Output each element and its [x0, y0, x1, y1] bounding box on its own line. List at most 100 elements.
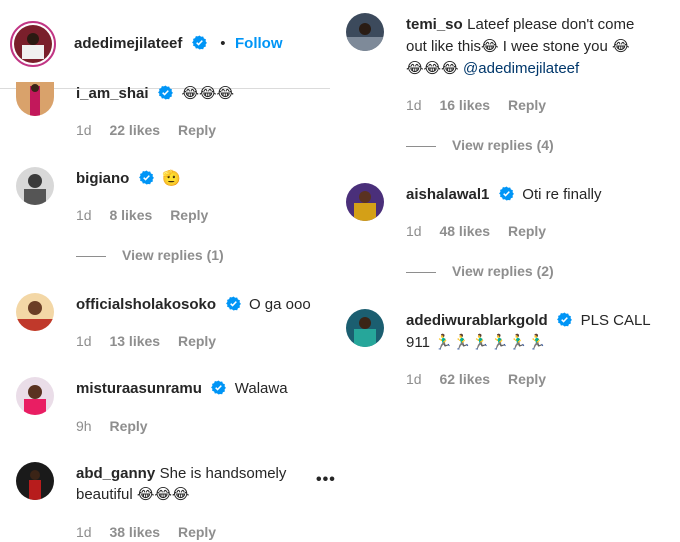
comment-likes[interactable]: 8 likes [109, 207, 152, 223]
view-replies-button[interactable]: View replies (1) [76, 247, 224, 263]
mention-link[interactable]: @adedimejilateef [463, 60, 579, 77]
comment-text-line: 😂😂😂 @adedimejilateef [406, 59, 579, 79]
avatar[interactable] [346, 309, 384, 347]
reply-button[interactable]: Reply [508, 223, 546, 239]
comment-time[interactable]: 1d [406, 223, 422, 239]
avatar-image-icon [16, 167, 54, 205]
comment-text: 😂😂😂 [181, 85, 235, 102]
comment-meta: 1d 22 likes Reply [76, 122, 230, 138]
view-replies-label: View replies (4) [452, 137, 554, 153]
comment-text: PLS CALL [580, 312, 651, 329]
comment-time[interactable]: 1d [76, 207, 92, 223]
comment-likes[interactable]: 13 likes [109, 333, 160, 349]
separator-dot: • [220, 35, 226, 52]
comment-likes[interactable]: 38 likes [109, 524, 160, 540]
comment-text-line: out like this😂 I wee stone you 😂 [406, 37, 630, 57]
view-replies-dash [76, 255, 106, 257]
comment-username[interactable]: i_am_shai [76, 85, 149, 102]
reply-button[interactable]: Reply [178, 122, 216, 138]
comment-likes[interactable]: 22 likes [109, 122, 160, 138]
comment-text-line: 911 🏃‍♂️🏃‍♂️🏃‍♂️🏃‍♂️🏃‍♂️🏃‍♂️ [406, 333, 546, 353]
comment-text: 😂😂😂 [406, 60, 459, 77]
avatar-image-icon [16, 462, 54, 500]
reply-button[interactable]: Reply [508, 371, 546, 387]
view-replies-button[interactable]: View replies (4) [406, 137, 554, 153]
comment-meta: 1d 8 likes Reply [76, 207, 222, 223]
comment-row: abd_ganny She is handsomely [76, 464, 286, 484]
left-column: adedimejilateef • Follow i_am_shai 😂😂😂 1… [0, 0, 340, 542]
view-replies-dash [406, 271, 436, 273]
post-author-avatar[interactable] [10, 21, 56, 67]
verified-badge-icon [557, 312, 573, 327]
comment-meta: 1d 62 likes Reply [406, 371, 560, 387]
comment-meta: 1d 16 likes Reply [406, 97, 560, 113]
avatar[interactable] [16, 377, 54, 415]
reply-button[interactable]: Reply [508, 97, 546, 113]
comment-row: adediwurablarkgold PLS CALL [406, 311, 651, 331]
comment-username[interactable]: officialsholakosoko [76, 296, 216, 313]
comment-row: i_am_shai 😂😂😂 [76, 84, 234, 104]
comment-text: Oti re finally [522, 186, 602, 203]
post-header-row: adedimejilateef • Follow [74, 34, 283, 54]
more-options-icon[interactable]: ••• [316, 471, 336, 489]
comment-time[interactable]: 1d [76, 333, 92, 349]
avatar[interactable] [16, 462, 54, 500]
comment-username[interactable]: misturaasunramu [76, 380, 202, 397]
reply-button[interactable]: Reply [178, 524, 216, 540]
avatar-image-icon [346, 13, 384, 51]
comment-meta: 1d 13 likes Reply [76, 333, 230, 349]
post-header: adedimejilateef • Follow [0, 0, 330, 89]
verified-badge-icon [158, 85, 173, 100]
comment-row: aishalawal1 Oti re finally [406, 185, 602, 205]
comment-text: 🫡 [162, 170, 181, 187]
comment-text: 911 🏃‍♂️🏃‍♂️🏃‍♂️🏃‍♂️🏃‍♂️🏃‍♂️ [406, 334, 547, 351]
avatar[interactable] [16, 293, 54, 331]
verified-badge-icon [225, 296, 241, 311]
comment-text: beautiful 😂😂😂 [76, 486, 190, 503]
comment-username[interactable]: temi_so [406, 16, 463, 33]
comment-time[interactable]: 1d [76, 524, 92, 540]
avatar-image-icon [14, 25, 52, 63]
comment-time[interactable]: 1d [76, 122, 92, 138]
reply-button[interactable]: Reply [178, 333, 216, 349]
avatar[interactable] [16, 82, 54, 116]
view-replies-button[interactable]: View replies (2) [406, 263, 554, 279]
comment-meta: 1d 48 likes Reply [406, 223, 560, 239]
verified-badge-icon [191, 35, 207, 50]
comment-meta: 1d 38 likes Reply [76, 524, 230, 540]
comment-username[interactable]: aishalawal1 [406, 186, 489, 203]
avatar[interactable] [346, 183, 384, 221]
comments-screenshot: adedimejilateef • Follow i_am_shai 😂😂😂 1… [0, 0, 680, 542]
comment-username[interactable]: adediwurablarkgold [406, 312, 548, 329]
reply-button[interactable]: Reply [170, 207, 208, 223]
right-column: temi_so Lateef please don't come out lik… [340, 0, 680, 542]
follow-button[interactable]: Follow [235, 35, 283, 52]
view-replies-label: View replies (1) [122, 247, 224, 263]
comment-username[interactable]: abd_ganny [76, 465, 155, 482]
comment-row: misturaasunramu Walawa [76, 379, 288, 399]
comment-likes[interactable]: 48 likes [439, 223, 490, 239]
avatar-image-icon [346, 183, 384, 221]
comment-text: Lateef please don't come [467, 16, 635, 33]
avatar-image-icon [16, 293, 54, 331]
avatar[interactable] [346, 13, 384, 51]
comment-likes[interactable]: 16 likes [439, 97, 490, 113]
comment-time[interactable]: 1d [406, 371, 422, 387]
post-author-username[interactable]: adedimejilateef [74, 35, 182, 52]
reply-button[interactable]: Reply [109, 418, 147, 434]
comment-text: out like this😂 I wee stone you 😂 [406, 38, 630, 55]
comment-time[interactable]: 1d [406, 97, 422, 113]
comment-text: She is handsomely [159, 465, 287, 482]
comment-meta: 9h Reply [76, 418, 162, 434]
avatar-image-icon [16, 377, 54, 415]
comment-text-line: beautiful 😂😂😂 [76, 485, 189, 505]
comment-username[interactable]: bigiano [76, 170, 129, 187]
comment-text: Walawa [234, 380, 288, 397]
verified-badge-icon [211, 380, 227, 395]
verified-badge-icon [138, 170, 154, 185]
avatar[interactable] [16, 167, 54, 205]
view-replies-dash [406, 145, 436, 147]
comment-likes[interactable]: 62 likes [439, 371, 490, 387]
comment-time[interactable]: 9h [76, 418, 92, 434]
comment-row: temi_so Lateef please don't come [406, 15, 634, 35]
